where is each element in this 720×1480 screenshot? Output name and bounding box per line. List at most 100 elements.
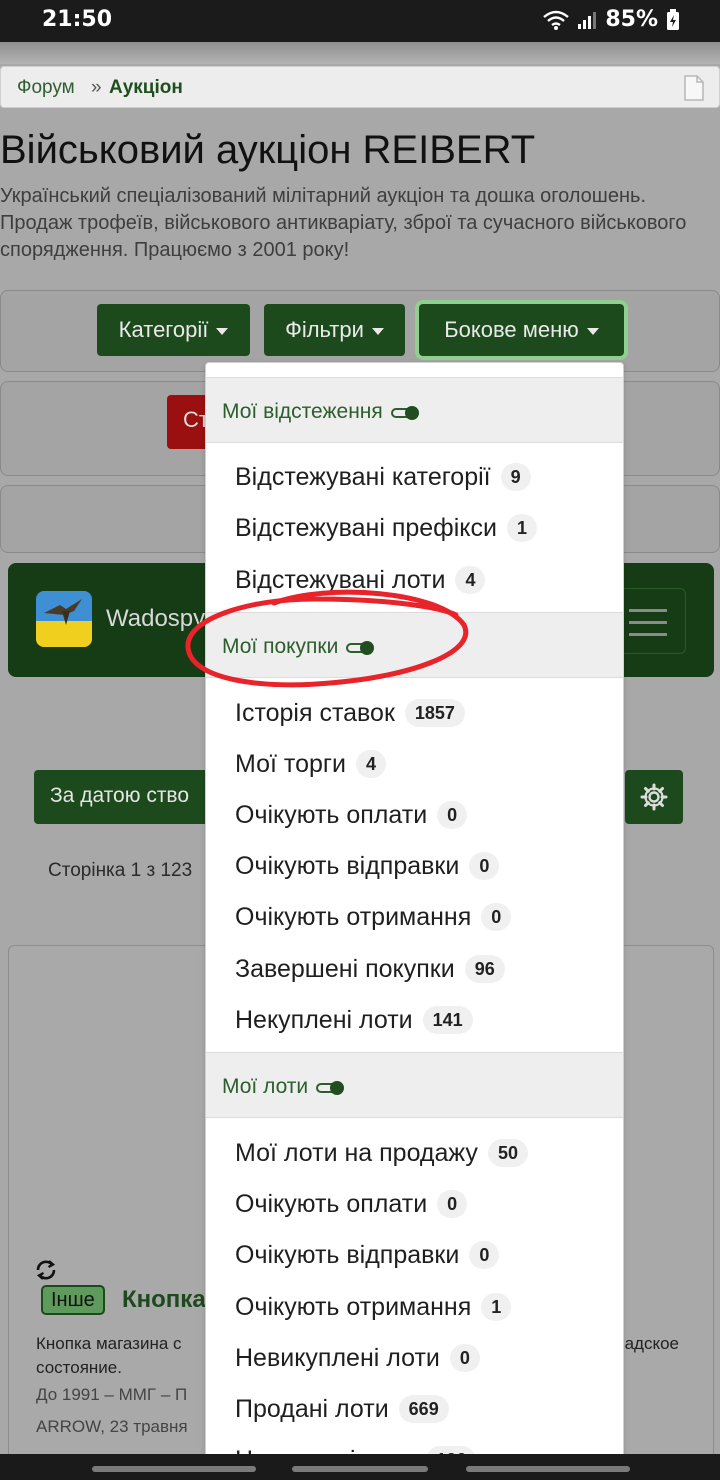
battery-percent: 85% xyxy=(605,7,658,32)
count-badge: 1 xyxy=(506,514,537,542)
count-badge: 0 xyxy=(437,801,468,829)
side-menu-button[interactable]: Бокове меню xyxy=(419,304,624,356)
menu-item-label: Очікують оплати xyxy=(235,800,428,829)
toggle-icon[interactable] xyxy=(346,641,375,655)
menu-item-label: Очікують отримання xyxy=(235,1292,472,1321)
count-badge: 1857 xyxy=(404,699,465,727)
menu-item-lots-for-sale[interactable]: Мої лоти на продажу 50 xyxy=(235,1135,528,1171)
nav-recents-handle[interactable] xyxy=(466,1466,630,1472)
toggle-icon[interactable] xyxy=(316,1081,345,1095)
count-badge: 0 xyxy=(449,1344,480,1372)
menu-item-tracked-categories[interactable]: Відстежувані категорії 9 xyxy=(235,459,531,495)
count-badge: 9 xyxy=(500,463,531,491)
menu-item-seller-awaiting-shipment[interactable]: Очікують відправки 0 xyxy=(235,1237,500,1273)
menu-item-tracked-prefixes[interactable]: Відстежувані префікси 1 xyxy=(235,510,537,546)
count-badge: 0 xyxy=(469,852,500,880)
caret-down-icon xyxy=(371,327,384,335)
menu-item-tracked-lots[interactable]: Відстежувані лоти 4 xyxy=(235,562,486,598)
menu-item-label: Відстежувані префікси xyxy=(235,513,497,542)
menu-item-seller-awaiting-payment[interactable]: Очікують оплати 0 xyxy=(235,1186,468,1222)
count-badge: 0 xyxy=(437,1190,468,1218)
menu-item-unpurchased-lots[interactable]: Некуплені лоти 141 xyxy=(235,1002,473,1038)
menu-item-unredeemed-lots[interactable]: Невикуплені лоти 0 xyxy=(235,1340,480,1376)
section-heading-label: Мої лоти xyxy=(222,1075,309,1098)
nav-back-handle[interactable] xyxy=(92,1466,256,1472)
side-menu-dropdown: Мої відстеження Відстежувані категорії 9… xyxy=(205,362,624,1480)
count-badge: 50 xyxy=(487,1139,528,1167)
status-bar: 21:50 85% xyxy=(0,0,720,42)
menu-item-my-bids[interactable]: Мої торги 4 xyxy=(235,746,386,782)
count-badge: 0 xyxy=(469,1241,500,1269)
section-heading-purchases[interactable]: Мої покупки xyxy=(206,612,623,678)
count-badge: 141 xyxy=(422,1006,473,1034)
menu-item-seller-awaiting-receipt[interactable]: Очікують отримання 1 xyxy=(235,1289,512,1325)
breadcrumb-current[interactable]: Аукціон xyxy=(109,77,183,99)
count-badge: 1 xyxy=(481,1293,512,1321)
lot-description-end: адское xyxy=(624,1334,679,1353)
section-heading-my-lots[interactable]: Мої лоти xyxy=(206,1052,623,1118)
page-subtitle: Український спеціалізований мілітарний а… xyxy=(0,185,687,261)
menu-item-label: Відстежувані категорії xyxy=(235,462,491,491)
categories-button[interactable]: Категорії xyxy=(97,304,250,356)
lot-seller[interactable]: ARROW, 23 травня xyxy=(36,1417,188,1437)
menu-item-label: Невикуплені лоти xyxy=(235,1343,440,1372)
lot-description-line2: состояние. xyxy=(36,1358,122,1377)
menu-item-label: Некуплені лоти xyxy=(235,1005,413,1034)
caret-down-icon xyxy=(586,327,599,335)
filters-label: Фільтри xyxy=(285,317,364,342)
menu-item-label: Очікують відправки xyxy=(235,1240,460,1269)
caret-down-icon xyxy=(216,327,229,335)
section-heading-label: Мої покупки xyxy=(222,635,339,658)
menu-item-label: Очікують відправки xyxy=(235,851,460,880)
count-badge: 0 xyxy=(481,903,512,931)
breadcrumb-separator: » xyxy=(91,77,102,98)
breadcrumb-forum-link[interactable]: Форум xyxy=(17,77,75,99)
count-badge: 4 xyxy=(355,750,386,778)
menu-item-sold-lots[interactable]: Продані лоти 669 xyxy=(235,1391,449,1427)
document-icon[interactable] xyxy=(683,75,705,101)
system-nav-bar xyxy=(0,1454,720,1480)
menu-item-label: Очікують оплати xyxy=(235,1189,428,1218)
count-badge: 669 xyxy=(398,1395,449,1423)
menu-item-completed-purchases[interactable]: Завершені покупки 96 xyxy=(235,951,505,987)
pagination-info: Сторінка 1 з 123 xyxy=(48,860,193,881)
side-menu-label: Бокове меню xyxy=(444,317,579,342)
settings-button[interactable] xyxy=(625,770,683,824)
battery-icon xyxy=(667,8,679,30)
section-heading-tracking[interactable]: Мої відстеження xyxy=(206,377,623,443)
signal-icon xyxy=(578,11,597,29)
categories-label: Категорії xyxy=(118,317,209,342)
menu-item-awaiting-payment[interactable]: Очікують оплати 0 xyxy=(235,797,468,833)
count-badge: 96 xyxy=(464,955,505,983)
avatar[interactable] xyxy=(36,591,92,647)
menu-item-label: Продані лоти xyxy=(235,1394,389,1423)
lot-prefix-tag[interactable]: Інше xyxy=(41,1285,105,1315)
menu-item-label: Мої торги xyxy=(235,749,346,778)
lot-description-start: Кнопка магазина с xyxy=(36,1334,182,1353)
section-heading-label: Мої відстеження xyxy=(222,400,383,423)
menu-item-bid-history[interactable]: Історія ставок 1857 xyxy=(235,695,465,731)
breadcrumb: Форум » Аукціон xyxy=(0,66,720,108)
status-time: 21:50 xyxy=(42,7,113,32)
gear-icon xyxy=(640,783,668,811)
menu-item-awaiting-receipt[interactable]: Очікують отримання 0 xyxy=(235,899,512,935)
count-badge: 4 xyxy=(455,566,486,594)
menu-item-label: Мої лоти на продажу xyxy=(235,1138,478,1167)
menu-item-label: Історія ставок xyxy=(235,698,395,727)
nav-home-handle[interactable] xyxy=(292,1466,428,1472)
lot-meta: До 1991 – ММГ – П xyxy=(36,1385,188,1404)
top-divider xyxy=(0,42,720,64)
menu-item-label: Відстежувані лоти xyxy=(235,565,446,594)
menu-item-awaiting-shipment[interactable]: Очікують відправки 0 xyxy=(235,848,500,884)
filters-button[interactable]: Фільтри xyxy=(264,304,405,356)
menu-item-label: Завершені покупки xyxy=(235,954,455,983)
lot-title[interactable]: Кнопка xyxy=(122,1286,206,1314)
wifi-icon xyxy=(543,10,570,30)
menu-item-label: Очікують отримання xyxy=(235,902,472,931)
create-lot-button[interactable]: Ст xyxy=(167,395,207,449)
username[interactable]: Wadospy xyxy=(106,605,205,633)
page-title: Військовий аукціон REIBERT xyxy=(0,128,536,172)
sort-dropdown[interactable]: За датою ство xyxy=(34,770,214,824)
refresh-icon[interactable] xyxy=(34,1258,58,1282)
toggle-icon[interactable] xyxy=(390,406,419,420)
